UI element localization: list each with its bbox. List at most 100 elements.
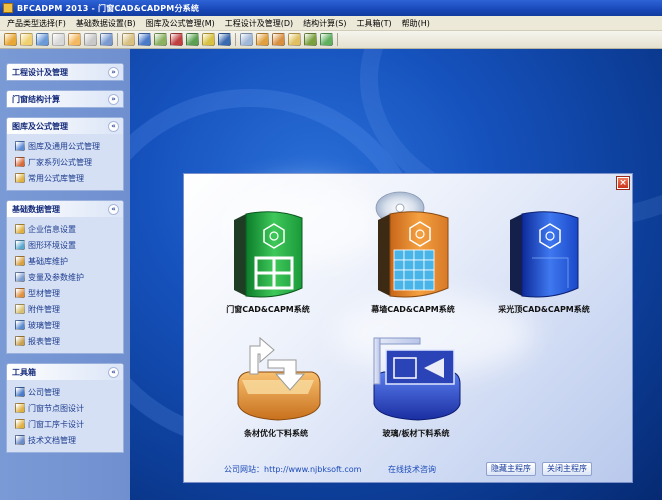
sidebar-item[interactable]: 公司管理 bbox=[15, 384, 123, 400]
sidebar-item-label: 公司管理 bbox=[28, 387, 60, 397]
app-icon bbox=[3, 3, 13, 13]
globe-icon[interactable] bbox=[240, 33, 253, 46]
sidebar-panel-title: 图库及公式管理 bbox=[12, 121, 68, 131]
menu-toolbox[interactable]: 工具箱(T) bbox=[351, 16, 396, 31]
graphics-icon bbox=[15, 240, 25, 250]
toolbar bbox=[0, 31, 662, 49]
sidebar-item[interactable]: 玻璃管理 bbox=[15, 317, 123, 333]
sidebar-item[interactable]: 图库及通用公式管理 bbox=[15, 138, 123, 154]
chevron-down-icon[interactable]: » bbox=[108, 66, 119, 78]
formula-icon bbox=[15, 173, 25, 183]
variable-icon bbox=[15, 272, 25, 282]
menu-project-design[interactable]: 工程设计及管理(D) bbox=[220, 16, 298, 31]
list-icon[interactable] bbox=[122, 33, 135, 46]
chevron-up-icon[interactable]: « bbox=[108, 120, 119, 132]
close-main-program-button[interactable]: 关闭主程序 bbox=[542, 462, 592, 476]
sidebar-panel: 图库及公式管理 « 图库及通用公式管理 厂家系列公式管理 常用公式库管理 bbox=[6, 117, 124, 191]
chart-icon[interactable] bbox=[170, 33, 183, 46]
node-design-icon bbox=[15, 403, 25, 413]
chevron-up-icon[interactable]: « bbox=[108, 366, 119, 378]
bar-optimization-icon bbox=[237, 336, 321, 421]
sidebar-item[interactable]: 图形环境设置 bbox=[15, 237, 123, 253]
sidebar-item[interactable]: 变量及参数维护 bbox=[15, 269, 123, 285]
module-glass-cutting[interactable]: 玻璃/板材下料系统 bbox=[368, 324, 464, 440]
menu-bar: 产品类型选择(F) 基础数据设置(B) 图库及公式管理(M) 工程设计及管理(D… bbox=[0, 16, 662, 31]
module-skylight[interactable]: 采光顶CAD&CAPM系统 bbox=[498, 210, 590, 316]
toolbar-separator bbox=[337, 33, 338, 46]
config-icon[interactable] bbox=[288, 33, 301, 46]
sidebar-item[interactable]: 技术文档管理 bbox=[15, 432, 123, 448]
cad-icon[interactable] bbox=[154, 33, 167, 46]
sidebar-panel-header[interactable]: 工程设计及管理 » bbox=[7, 64, 123, 80]
sidebar-panel-title: 工程设计及管理 bbox=[12, 67, 68, 77]
sidebar-panel-header[interactable]: 基础数据管理 « bbox=[7, 201, 123, 217]
preview-icon[interactable] bbox=[84, 33, 97, 46]
online-support-link[interactable]: 在线技术咨询 bbox=[388, 464, 436, 475]
bar-chart-icon[interactable] bbox=[256, 33, 269, 46]
sidebar-panel-header[interactable]: 工具箱 « bbox=[7, 364, 123, 380]
sidebar-item-label: 常用公式库管理 bbox=[28, 173, 84, 183]
sidebar-panel: 工具箱 « 公司管理门窗节点图设计门窗工序卡设计技术文档管理 bbox=[6, 363, 124, 453]
window-icon[interactable] bbox=[100, 33, 113, 46]
sidebar-panel-header[interactable]: 门窗结构计算 » bbox=[7, 91, 123, 107]
sidebar-item-label: 门窗工序卡设计 bbox=[28, 419, 84, 429]
menu-product-type[interactable]: 产品类型选择(F) bbox=[2, 16, 71, 31]
sidebar-item[interactable]: 附件管理 bbox=[15, 301, 123, 317]
menu-help[interactable]: 帮助(H) bbox=[397, 16, 435, 31]
company-website-link[interactable]: 公司网站：http://www.njbksoft.com bbox=[224, 464, 361, 475]
document-icon bbox=[15, 435, 25, 445]
module-label: 采光顶CAD&CAPM系统 bbox=[498, 305, 590, 314]
module-door-window[interactable]: 门窗CAD&CAPM系统 bbox=[226, 210, 310, 316]
sidebar-item-label: 厂家系列公式管理 bbox=[28, 157, 92, 167]
profile-icon bbox=[15, 288, 25, 298]
sidebar-item-label: 图库及通用公式管理 bbox=[28, 141, 100, 151]
check-icon[interactable] bbox=[304, 33, 317, 46]
print-icon[interactable] bbox=[68, 33, 81, 46]
sidebar-item[interactable]: 门窗节点图设计 bbox=[15, 400, 123, 416]
sidebar-panel: 门窗结构计算 » bbox=[6, 90, 124, 108]
menu-basic-data[interactable]: 基础数据设置(B) bbox=[71, 16, 141, 31]
database-icon bbox=[15, 256, 25, 266]
chevron-down-icon[interactable]: » bbox=[108, 93, 119, 105]
curtain-wall-system-icon bbox=[375, 191, 449, 298]
window-title: BFCADPM 2013 - 门窗CAD&CADPM分系统 bbox=[17, 3, 200, 13]
filter-icon[interactable] bbox=[218, 33, 231, 46]
sidebar-panel: 基础数据管理 « 企业信息设置图形环境设置 基础库维护变量及参数维护 型材管理附件管理玻… bbox=[6, 200, 124, 354]
tree-icon[interactable] bbox=[138, 33, 151, 46]
menu-library-formula[interactable]: 图库及公式管理(M) bbox=[141, 16, 220, 31]
sidebar-panel-title: 工具箱 bbox=[12, 367, 36, 377]
menu-structure-calc[interactable]: 结构计算(S) bbox=[298, 16, 351, 31]
sidebar-item[interactable]: 厂家系列公式管理 bbox=[15, 154, 123, 170]
sidebar-item-label: 附件管理 bbox=[28, 304, 60, 314]
sidebar-item[interactable]: 基础库维护 bbox=[15, 253, 123, 269]
module-bar-optimization[interactable]: 条材优化下料系统 bbox=[228, 324, 324, 440]
sidebar-item[interactable]: 型材管理 bbox=[15, 285, 123, 301]
sidebar-item[interactable]: 门窗工序卡设计 bbox=[15, 416, 123, 432]
toolbar-separator bbox=[117, 33, 118, 46]
module-curtain-wall[interactable]: 幕墙CAD&CAPM系统 bbox=[370, 188, 456, 316]
module-label: 门窗CAD&CAPM系统 bbox=[226, 305, 310, 314]
close-button[interactable]: × bbox=[617, 177, 629, 189]
sidebar-item[interactable]: 常用公式库管理 bbox=[15, 170, 123, 186]
sidebar-panel: 工程设计及管理 » bbox=[6, 63, 124, 81]
sidebar-panel-title: 门窗结构计算 bbox=[12, 94, 60, 104]
sidebar-item[interactable]: 企业信息设置 bbox=[15, 221, 123, 237]
module-label: 条材优化下料系统 bbox=[244, 429, 308, 438]
launcher-dialog: × 门窗CAD&CAPM系统 幕墙CAD&CAPM系统 采光顶CAD&CAPM系… bbox=[183, 173, 633, 483]
hide-main-program-button[interactable]: 隐藏主程序 bbox=[486, 462, 536, 476]
sidebar-item[interactable]: 报表管理 bbox=[15, 333, 123, 349]
sidebar-item-label: 图形环境设置 bbox=[28, 240, 76, 250]
save-icon[interactable] bbox=[52, 33, 65, 46]
open-icon[interactable] bbox=[20, 33, 33, 46]
folder-icon[interactable] bbox=[36, 33, 49, 46]
tool-icon[interactable] bbox=[272, 33, 285, 46]
sidebar: 工程设计及管理 » 门窗结构计算 » 图库及公式管理 « 图库及通用公式管理 厂家系列公式管理… bbox=[0, 49, 130, 500]
calc-icon[interactable] bbox=[186, 33, 199, 46]
chevron-up-icon[interactable]: « bbox=[108, 203, 119, 215]
sidebar-panel-header[interactable]: 图库及公式管理 « bbox=[7, 118, 123, 134]
exit-icon[interactable] bbox=[320, 33, 333, 46]
report-icon[interactable] bbox=[202, 33, 215, 46]
process-card-icon bbox=[15, 419, 25, 429]
new-icon[interactable] bbox=[4, 33, 17, 46]
sidebar-item-label: 基础库维护 bbox=[28, 256, 68, 266]
